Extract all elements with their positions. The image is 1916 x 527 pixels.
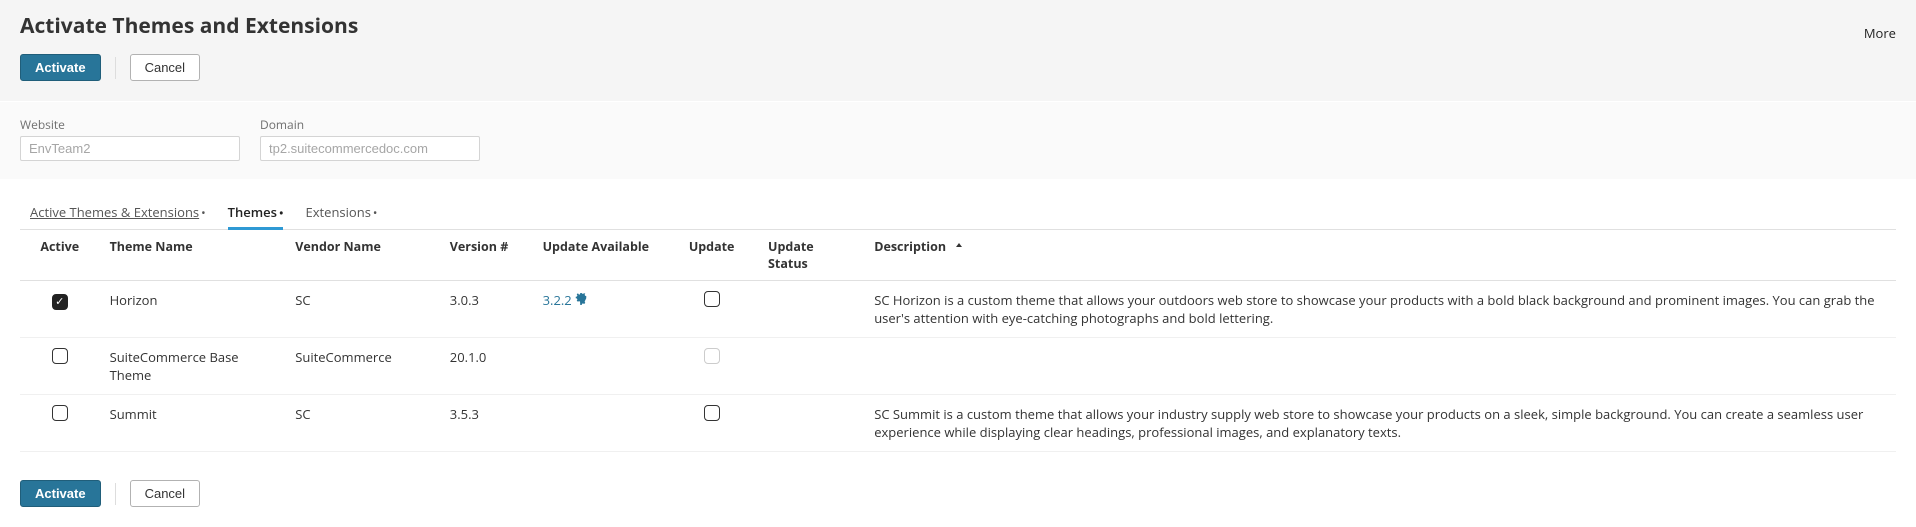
gear-icon	[575, 291, 587, 309]
tab-themes[interactable]: Themes•	[228, 203, 284, 230]
cell-description: SC Horizon is a custom theme that allows…	[864, 281, 1896, 338]
tab-extensions[interactable]: Extensions•	[305, 203, 377, 227]
more-link[interactable]: More	[1864, 24, 1896, 42]
website-label: Website	[20, 116, 240, 133]
cell-version: 3.0.3	[440, 281, 533, 338]
col-theme-name[interactable]: Theme Name	[100, 230, 286, 281]
col-description[interactable]: Description	[864, 230, 1896, 281]
cell-vendor: SC	[285, 281, 440, 338]
cell-update-available	[533, 338, 666, 395]
cell-theme-name: SuiteCommerce Base Theme	[100, 338, 286, 395]
cell-description: SC Summit is a custom theme that allows …	[864, 395, 1896, 452]
tab-active-themes-extensions[interactable]: Active Themes & Extensions•	[30, 203, 206, 227]
col-vendor[interactable]: Vendor Name	[285, 230, 440, 281]
themes-table: Active Theme Name Vendor Name Version # …	[20, 230, 1896, 452]
cell-update-available: 3.2.2	[533, 281, 666, 338]
domain-input[interactable]	[260, 136, 480, 161]
domain-field: Domain	[260, 116, 480, 161]
table-row: ✓ Horizon SC 3.0.3 3.2.2	[20, 281, 1896, 338]
cell-theme-name: Horizon	[100, 281, 286, 338]
update-checkbox[interactable]	[704, 291, 720, 307]
col-update[interactable]: Update	[665, 230, 758, 281]
cell-description	[864, 338, 1896, 395]
table-row: Summit SC 3.5.3 SC Summit is a custom th…	[20, 395, 1896, 452]
divider	[115, 483, 116, 505]
active-checkbox[interactable]: ✓	[52, 294, 68, 310]
active-checkbox[interactable]	[52, 405, 68, 421]
cell-update-available	[533, 395, 666, 452]
col-version[interactable]: Version #	[440, 230, 533, 281]
cell-vendor: SuiteCommerce	[285, 338, 440, 395]
col-update-status[interactable]: Update Status	[758, 230, 864, 281]
cancel-button[interactable]: Cancel	[130, 54, 200, 81]
divider	[115, 57, 116, 79]
sort-ascending-icon	[949, 241, 964, 251]
website-input[interactable]	[20, 136, 240, 161]
col-update-available[interactable]: Update Available	[533, 230, 666, 281]
cell-version: 20.1.0	[440, 338, 533, 395]
tabs: Active Themes & Extensions• Themes• Exte…	[20, 189, 1896, 230]
page-header: Activate Themes and Extensions More Acti…	[0, 0, 1916, 102]
cancel-button[interactable]: Cancel	[130, 480, 200, 507]
cell-update-status	[758, 395, 864, 452]
filters-panel: Website Domain	[0, 102, 1916, 179]
cell-theme-name: Summit	[100, 395, 286, 452]
footer-actions: Activate Cancel	[0, 470, 1916, 527]
cell-vendor: SC	[285, 395, 440, 452]
update-checkbox	[704, 348, 720, 364]
cell-update-status	[758, 338, 864, 395]
activate-button[interactable]: Activate	[20, 480, 101, 507]
table-row: SuiteCommerce Base Theme SuiteCommerce 2…	[20, 338, 1896, 395]
col-active[interactable]: Active	[20, 230, 100, 281]
website-field: Website	[20, 116, 240, 161]
domain-label: Domain	[260, 116, 480, 133]
update-available-link[interactable]: 3.2.2	[543, 291, 587, 309]
cell-update-status	[758, 281, 864, 338]
cell-version: 3.5.3	[440, 395, 533, 452]
page-title: Activate Themes and Extensions	[20, 12, 358, 40]
active-checkbox[interactable]	[52, 348, 68, 364]
activate-button[interactable]: Activate	[20, 54, 101, 81]
update-checkbox[interactable]	[704, 405, 720, 421]
